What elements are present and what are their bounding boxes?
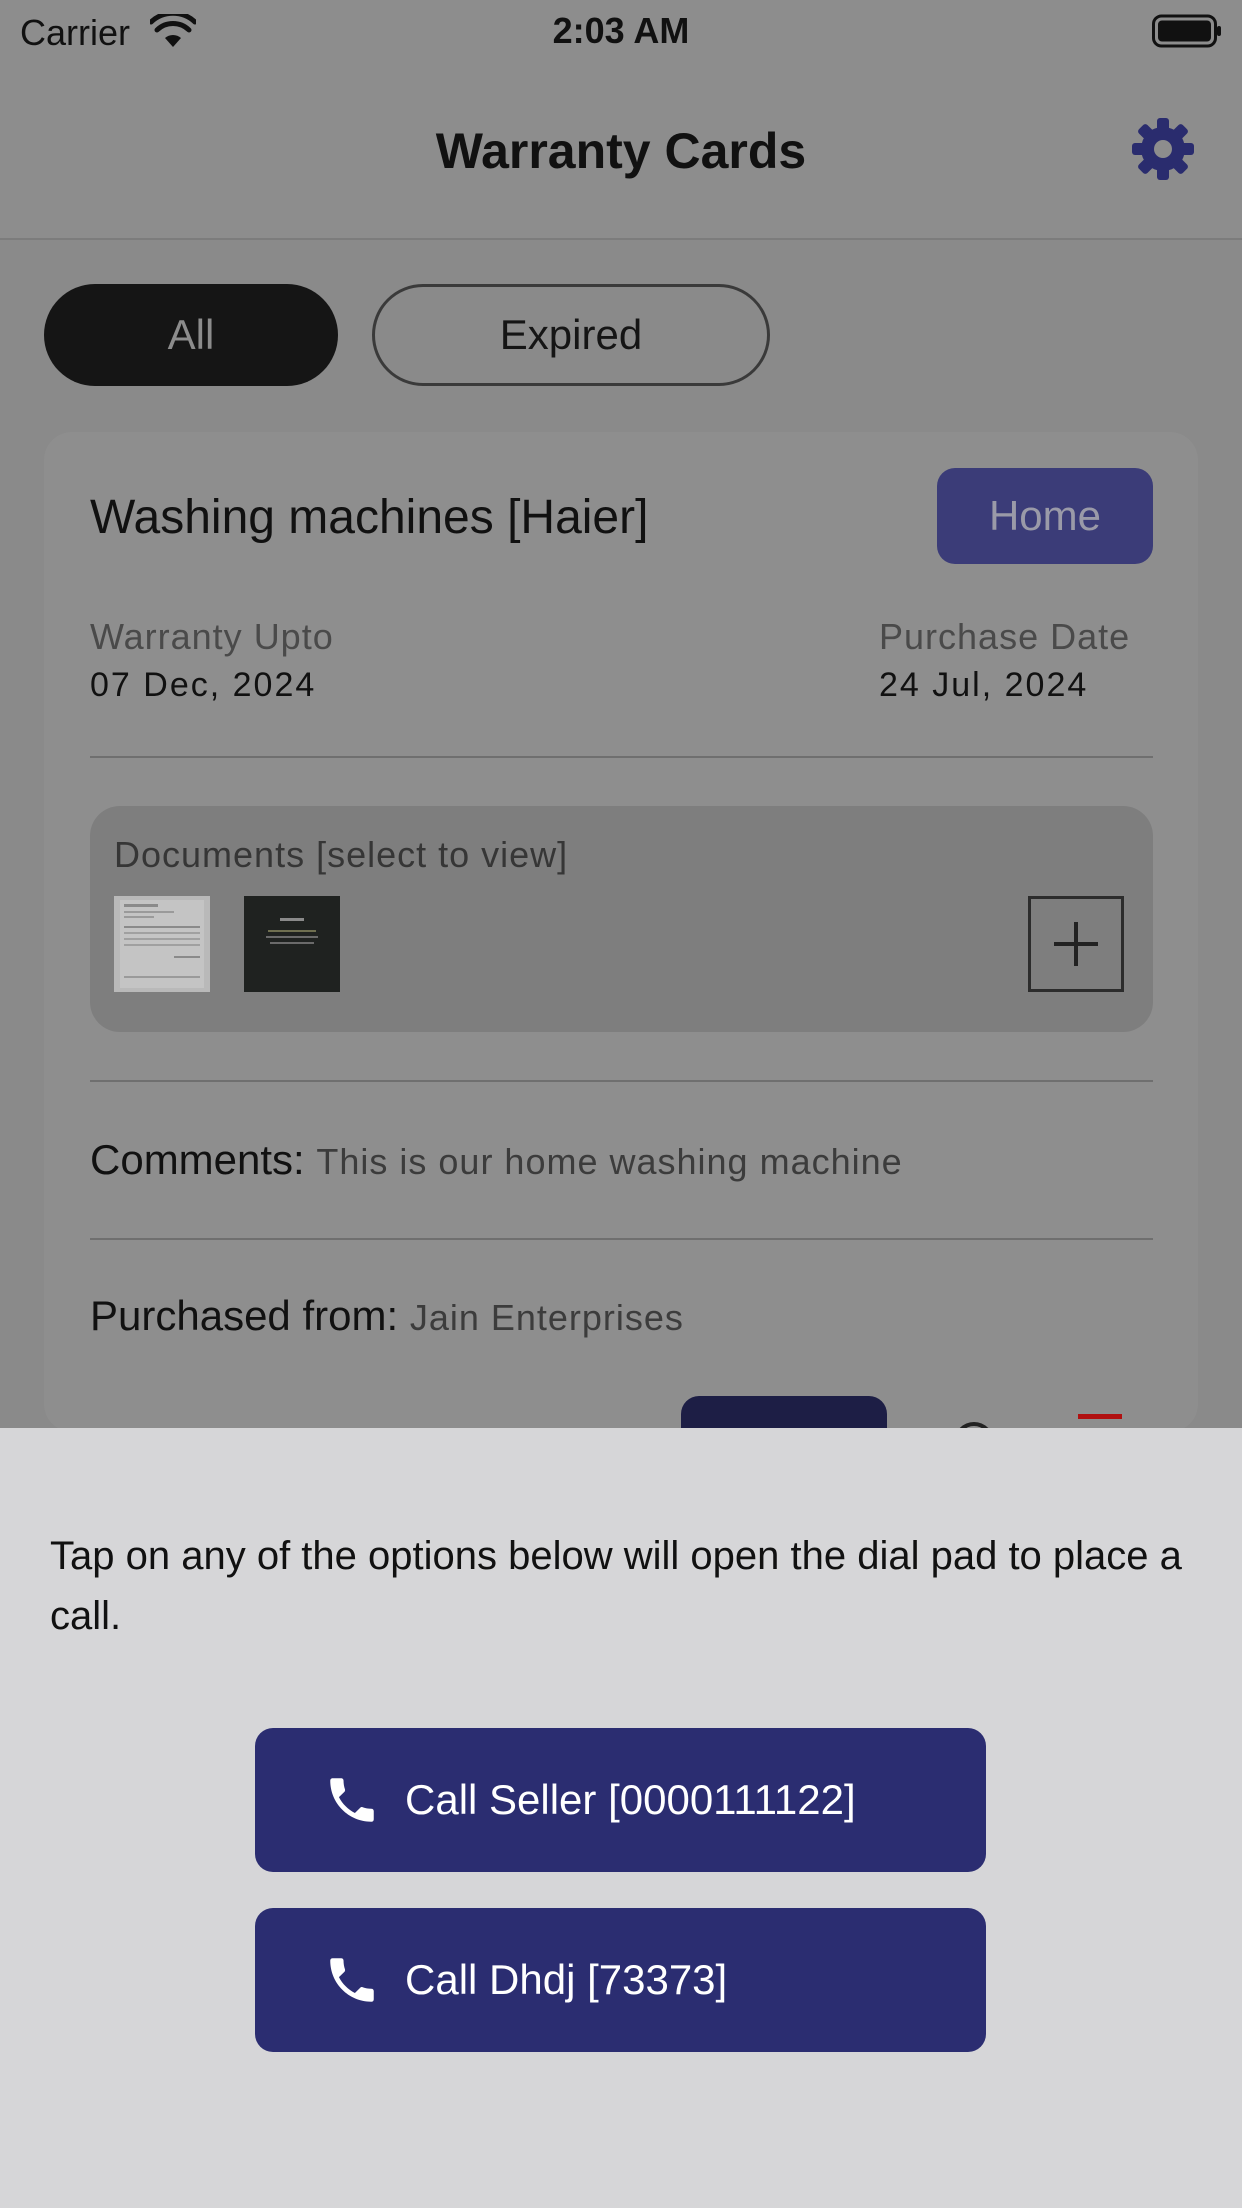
call-contact-button[interactable]: Call Dhdj [73373] <box>255 1908 986 2052</box>
sheet-message: Tap on any of the options below will ope… <box>50 1534 1182 1638</box>
card-title: Washing machines [Haier] <box>90 491 649 544</box>
warranty-card[interactable]: Washing machines [Haier] Home Warranty U… <box>44 432 1198 1456</box>
gear-icon[interactable] <box>1130 116 1196 182</box>
divider <box>90 1238 1153 1240</box>
comments-label: Comments: <box>90 1136 305 1183</box>
call-contact-label: Call Dhdj [73373] <box>405 1956 728 2003</box>
call-seller-label: Call Seller [0000111122] <box>405 1776 856 1823</box>
purchase-date-value: 24 Jul, 2024 <box>879 666 1089 704</box>
tab-expired[interactable]: Expired <box>372 284 770 386</box>
warranty-upto-label: Warranty Upto <box>90 616 334 657</box>
documents-section: Documents [select to view] <box>90 806 1153 1032</box>
call-seller-button[interactable]: Call Seller [0000111122] <box>255 1728 986 1872</box>
comments-row: Comments: This is our home washing machi… <box>90 1136 903 1184</box>
purchased-from-row: Purchased from: Jain Enterprises <box>90 1292 684 1340</box>
tab-all[interactable]: All <box>44 284 338 386</box>
add-document-button[interactable] <box>1028 896 1124 992</box>
divider <box>90 1080 1153 1082</box>
phone-icon <box>330 1778 374 1822</box>
phone-icon <box>330 1958 374 2002</box>
call-options-sheet: Tap on any of the options below will ope… <box>0 1428 1242 2208</box>
document-thumbnail-invoice[interactable] <box>114 896 210 992</box>
purchased-from-label: Purchased from: <box>90 1292 399 1339</box>
plus-icon <box>1054 922 1098 966</box>
status-bar: Carrier 2:03 AM <box>0 0 1242 64</box>
comments-value: This is our home washing machine <box>316 1141 903 1182</box>
document-thumbnail-image[interactable] <box>244 896 340 992</box>
warranty-upto-value: 07 Dec, 2024 <box>90 666 317 704</box>
documents-label: Documents [select to view] <box>114 834 569 875</box>
status-time: 2:03 AM <box>552 10 690 51</box>
divider <box>90 756 1153 758</box>
page-title: Warranty Cards <box>435 123 807 179</box>
nav-bar: Warranty Cards <box>0 64 1242 240</box>
category-tag-button[interactable]: Home <box>937 468 1153 564</box>
purchase-date-label: Purchase Date <box>879 616 1131 657</box>
battery-icon <box>1152 14 1221 48</box>
purchased-from-value: Jain Enterprises <box>409 1297 684 1338</box>
